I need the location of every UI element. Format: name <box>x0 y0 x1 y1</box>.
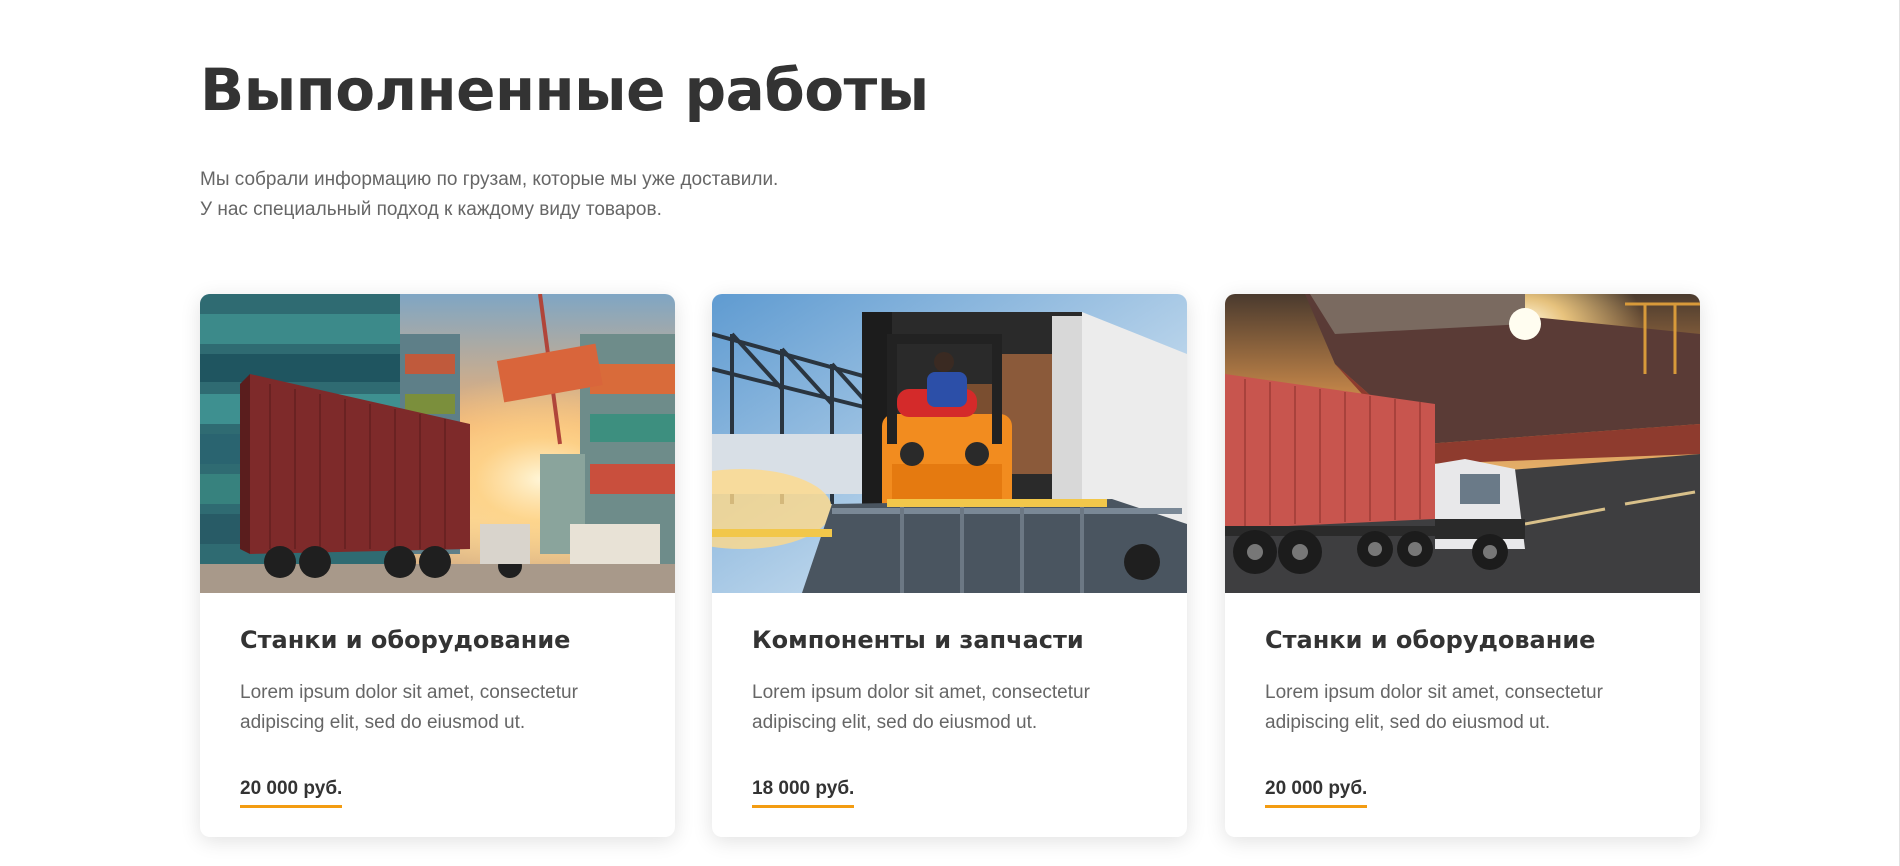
forklift-loading-truck-photo <box>712 294 1187 593</box>
card-title: Станки и оборудование <box>1265 626 1596 654</box>
subtitle-line: У нас специальный подход к каждому виду … <box>200 199 662 220</box>
card-description: Lorem ipsum dolor sit amet, consectetur … <box>240 682 578 733</box>
card-price-link[interactable]: 18 000 руб. <box>752 774 855 808</box>
cards-grid: Станки и оборудование Lorem ipsum dolor … <box>200 294 1700 837</box>
card-title: Станки и оборудование <box>240 626 571 654</box>
card-description: Lorem ipsum dolor sit amet, consectetur … <box>752 682 1090 733</box>
work-card[interactable]: Станки и оборудование Lorem ipsum dolor … <box>200 294 675 837</box>
card-price-link[interactable]: 20 000 руб. <box>240 774 343 808</box>
section-subtitle: Мы собрали информацию по грузам, которые… <box>200 165 778 225</box>
card-description: Lorem ipsum dolor sit amet, consectetur … <box>1265 682 1603 733</box>
work-card[interactable]: Станки и оборудование Lorem ipsum dolor … <box>1225 294 1700 837</box>
card-price-link[interactable]: 20 000 руб. <box>1265 774 1368 808</box>
subtitle-line: Мы собрали информацию по грузам, которые… <box>200 169 779 190</box>
container-port-truck-photo <box>200 294 675 593</box>
section-title: Выполненные работы <box>200 56 929 124</box>
work-card[interactable]: Компоненты и запчасти Lorem ipsum dolor … <box>712 294 1187 837</box>
card-title: Компоненты и запчасти <box>752 626 1084 654</box>
cargo-ship-truck-photo <box>1225 294 1700 593</box>
